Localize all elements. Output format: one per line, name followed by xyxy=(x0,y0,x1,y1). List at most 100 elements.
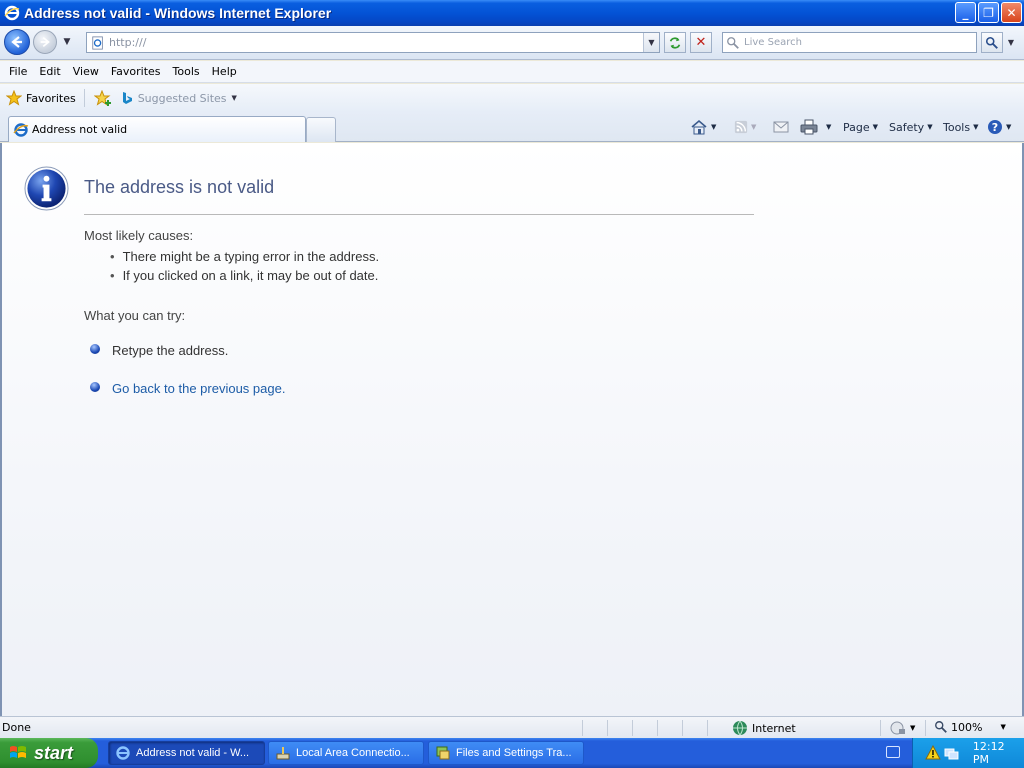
tab-row: Address not valid ▼ ▼ ▼ Page ▼ Safety ▼ … xyxy=(0,112,1024,142)
retype-address-text: Retype the address. xyxy=(112,343,229,358)
status-divider xyxy=(582,720,583,736)
title-bar: Address not valid - Windows Internet Exp… xyxy=(0,0,1024,26)
bing-icon xyxy=(122,92,132,104)
page-menu-button[interactable]: Page ▼ xyxy=(843,117,878,137)
task-label: Files and Settings Tra... xyxy=(456,747,572,759)
close-icon: ✕ xyxy=(1006,5,1017,20)
home-button[interactable]: ▼ xyxy=(690,117,716,137)
search-options-dropdown[interactable]: ▼ xyxy=(1004,32,1018,53)
go-back-link[interactable]: Go back to the previous page. xyxy=(112,381,285,396)
status-divider xyxy=(682,720,683,736)
maximize-button[interactable]: ❐ xyxy=(978,2,999,23)
files-transfer-icon xyxy=(436,746,450,760)
home-icon xyxy=(691,119,707,135)
error-title: The address is not valid xyxy=(84,177,275,197)
favorites-separator xyxy=(83,89,85,107)
bullet-orb-icon xyxy=(90,382,100,392)
cause-item: If you clicked on a link, it may be out … xyxy=(110,268,379,283)
status-divider xyxy=(632,720,633,736)
menu-tools[interactable]: Tools xyxy=(167,65,206,78)
window-title: Address not valid - Windows Internet Exp… xyxy=(24,5,332,21)
zone-label: Internet xyxy=(752,721,796,735)
page-dropdown-icon: ▼ xyxy=(872,123,879,131)
back-arrow-icon xyxy=(11,36,22,48)
forward-button[interactable] xyxy=(33,30,57,54)
favorites-label: Favorites xyxy=(26,91,76,105)
menu-help[interactable]: Help xyxy=(206,65,243,78)
address-dropdown[interactable]: ▼ xyxy=(643,33,659,52)
add-to-favorites-button[interactable] xyxy=(93,89,113,107)
search-placeholder: Live Search xyxy=(744,37,802,48)
url-text[interactable]: http:/// xyxy=(109,36,643,49)
security-alert-icon[interactable] xyxy=(925,745,941,761)
start-button[interactable]: start xyxy=(0,738,98,768)
taskbar: start Address not valid - W... Local Are… xyxy=(0,738,1024,768)
task-label: Local Area Connectio... xyxy=(296,747,410,759)
system-tray: 12:12 PM xyxy=(912,738,1024,768)
title-divider xyxy=(84,214,754,215)
bullet-orb-icon xyxy=(90,344,100,354)
taskbar-button-files-settings[interactable]: Files and Settings Tra... xyxy=(428,741,584,765)
read-mail-button[interactable] xyxy=(773,117,789,137)
help-button[interactable]: ? ▼ xyxy=(987,117,1011,137)
zoom-level: 100% xyxy=(951,720,983,734)
zoom-dropdown-icon: ▼ xyxy=(1000,723,1006,731)
network-tray-icon[interactable] xyxy=(943,745,959,761)
print-button[interactable]: ▼ xyxy=(800,117,831,137)
search-icon xyxy=(727,36,739,49)
menu-edit[interactable]: Edit xyxy=(33,65,66,78)
safety-menu-label: Safety xyxy=(889,120,925,134)
zoom-control[interactable]: 100% ▼ xyxy=(934,720,1006,734)
chevron-down-icon: ▼ xyxy=(231,94,237,102)
status-text: Done xyxy=(2,721,31,734)
ie-logo-icon xyxy=(4,5,20,21)
safety-menu-button[interactable]: Safety ▼ xyxy=(889,117,933,137)
printer-icon xyxy=(800,119,818,135)
status-divider xyxy=(925,720,926,736)
menu-view[interactable]: View xyxy=(67,65,105,78)
cause-item: There might be a typing error in the add… xyxy=(110,249,380,264)
ie-task-icon xyxy=(116,746,130,760)
minimize-button[interactable]: _ xyxy=(955,2,976,23)
lock-globe-icon xyxy=(890,721,905,735)
ie-tab-icon xyxy=(13,122,29,137)
status-bar: Done Internet ▼ 100% ▼ xyxy=(0,716,1024,738)
clock[interactable]: 12:12 PM xyxy=(973,740,1024,766)
menu-file[interactable]: File xyxy=(3,65,33,78)
try-heading: What you can try: xyxy=(84,308,186,323)
feeds-button[interactable]: ▼ xyxy=(734,117,756,137)
back-button[interactable] xyxy=(4,29,30,55)
stop-icon: ✕ xyxy=(695,35,707,50)
search-box[interactable]: Live Search xyxy=(722,32,977,53)
stop-button[interactable]: ✕ xyxy=(690,32,712,53)
menu-favorites[interactable]: Favorites xyxy=(105,65,167,78)
status-divider xyxy=(607,720,608,736)
protected-mode-button[interactable]: ▼ xyxy=(890,720,915,736)
suggested-sites-label: Suggested Sites xyxy=(137,91,227,105)
info-icon xyxy=(24,166,69,211)
refresh-icon xyxy=(669,36,681,49)
add-favorite-star-icon xyxy=(93,90,111,106)
recent-pages-dropdown[interactable]: ▼ xyxy=(60,35,74,49)
close-button[interactable]: ✕ xyxy=(1001,2,1022,23)
tab-address-not-valid[interactable]: Address not valid xyxy=(8,116,306,142)
tools-dropdown-icon: ▼ xyxy=(973,123,979,131)
status-divider xyxy=(707,720,708,736)
taskbar-button-network[interactable]: Local Area Connectio... xyxy=(268,741,424,765)
safety-dropdown-icon: ▼ xyxy=(927,123,933,131)
address-bar[interactable]: http:/// ▼ xyxy=(86,32,660,53)
keyboard-icon[interactable] xyxy=(886,746,900,758)
search-go-button[interactable] xyxy=(981,32,1003,53)
taskbar-button-ie[interactable]: Address not valid - W... xyxy=(108,741,265,765)
security-zone[interactable]: Internet xyxy=(732,720,796,736)
tools-menu-button[interactable]: Tools ▼ xyxy=(943,117,979,137)
windows-logo-icon xyxy=(10,746,26,758)
favorites-button[interactable]: Favorites xyxy=(6,90,76,106)
new-tab-button[interactable] xyxy=(306,117,336,142)
suggested-sites-button[interactable]: Suggested Sites ▼ xyxy=(121,91,237,105)
favorites-bar: Favorites Suggested Sites ▼ xyxy=(0,84,1024,112)
home-dropdown-icon: ▼ xyxy=(711,123,717,131)
menu-bar: File Edit View Favorites Tools Help xyxy=(0,61,1024,83)
page-content: The address is not valid Most likely cau… xyxy=(0,143,1024,716)
refresh-button[interactable] xyxy=(664,32,686,53)
